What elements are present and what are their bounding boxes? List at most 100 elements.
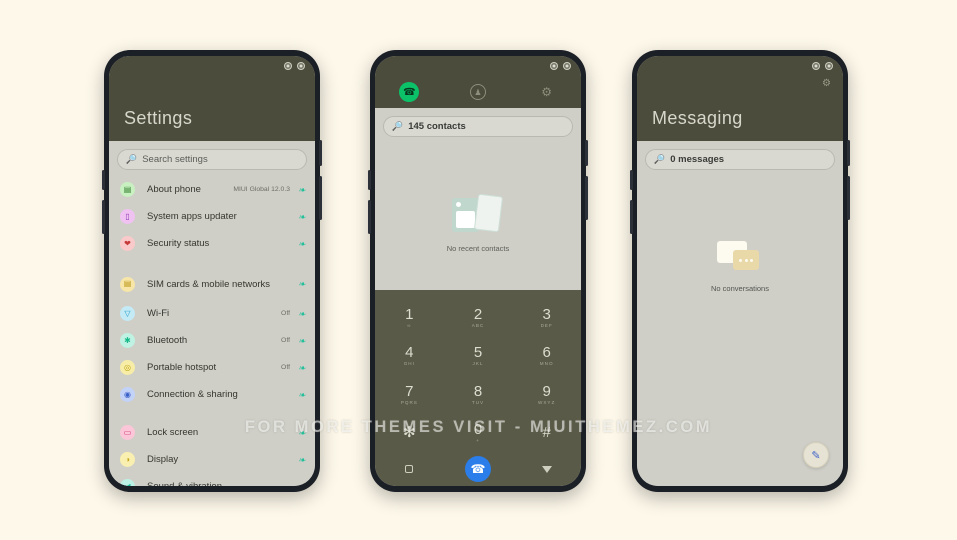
sound-vibration-icon: ◀ — [120, 479, 135, 486]
security-status-icon: ❤ — [120, 236, 135, 251]
dialpad-key-3[interactable]: 3 DEF — [512, 298, 581, 337]
key-number: 5 — [473, 344, 483, 362]
sidebar-item-bluetooth[interactable]: ✱ Bluetooth Off ❧ — [109, 327, 315, 354]
dialpad-key-6[interactable]: 6 MNO — [512, 337, 581, 376]
list-item-value: MIUI Global 12.0.3 — [233, 186, 290, 193]
key-number: 0 — [473, 421, 483, 439]
sidebar-item-wifi[interactable]: ▽ Wi-Fi Off ❧ — [109, 300, 315, 327]
phone1-volume-button[interactable] — [319, 176, 322, 220]
search-icon: 🔍 — [126, 154, 138, 164]
sidebar-item-portable-hotspot[interactable]: ◎ Portable hotspot Off ❧ — [109, 354, 315, 381]
messages-search-input[interactable]: 🔍 0 messages — [645, 149, 835, 170]
list-item-label: Portable hotspot — [147, 362, 217, 373]
contacts-search-input[interactable]: 🔍 145 contacts — [383, 116, 573, 137]
phone1-side-button-b[interactable] — [102, 200, 105, 234]
messaging-empty-state: No conversations — [637, 241, 843, 293]
message-bubbles-illustration — [717, 241, 763, 275]
compose-pencil-icon: ✎ — [811, 449, 821, 462]
gear-icon[interactable]: ⚙ — [822, 78, 831, 89]
dialer-header: ☎ ♟ ⚙ — [375, 56, 581, 108]
dialpad-key-9[interactable]: 9 WXYZ — [512, 375, 581, 414]
leaf-icon: ❧ — [298, 482, 306, 486]
person-icon: ♟ — [470, 84, 486, 100]
recents-button[interactable] — [375, 465, 444, 473]
sidebar-item-display[interactable]: ◑ Display ❧ — [109, 446, 315, 473]
leaf-icon: ❧ — [298, 184, 306, 195]
phone-icon: ☎ — [399, 82, 420, 102]
wifi-icon: ▽ — [120, 306, 135, 321]
key-number: 1 — [405, 305, 414, 323]
sidebar-item-security-status[interactable]: ❤ Security status ❧ — [109, 230, 315, 257]
tab-settings[interactable]: ⚙ — [512, 86, 581, 98]
settings-phone-frame: Settings 🔍 Search settings ▤ About phone… — [102, 50, 322, 492]
sidebar-item-sim-cards[interactable]: ▤ SIM cards & mobile networks ❧ — [109, 268, 315, 300]
leaf-icon: ❧ — [298, 389, 306, 400]
screenshot-stage: Settings 🔍 Search settings ▤ About phone… — [0, 0, 957, 540]
leaf-icon: ❧ — [298, 279, 306, 289]
phone2-side-button-a[interactable] — [368, 170, 371, 190]
message-bubble-front-icon — [733, 250, 759, 270]
tab-contacts[interactable]: ♟ — [444, 84, 513, 100]
dialpad-key-0[interactable]: 0 + — [444, 414, 513, 453]
search-icon: 🔍 — [654, 154, 666, 164]
dialpad-key-7[interactable]: 7 PQRS — [375, 375, 444, 414]
dialer-navigation-bar: ☎ — [375, 452, 581, 486]
list-item-label: SIM cards & mobile networks — [147, 278, 271, 290]
phone3-volume-button[interactable] — [847, 176, 850, 220]
key-number: 6 — [542, 344, 551, 362]
recents-square-icon — [405, 465, 414, 473]
dialpad-key-hash[interactable]: # — [512, 414, 581, 453]
tab-calls[interactable]: ☎ — [375, 82, 444, 102]
compose-message-button[interactable]: ✎ — [803, 442, 829, 468]
phone2-volume-button[interactable] — [585, 176, 588, 220]
phone3-side-button-a[interactable] — [630, 170, 633, 190]
key-letters: MNO — [539, 361, 554, 367]
leaf-icon: ❧ — [298, 427, 306, 438]
phone2-side-button-b[interactable] — [368, 200, 371, 234]
sidebar-item-lock-screen[interactable]: ▭ Lock screen ❧ — [109, 419, 315, 446]
dialpad-key-8[interactable]: 8 TUV — [444, 375, 513, 414]
dialpad-key-2[interactable]: 2 ABC — [444, 298, 513, 337]
list-group-divider — [109, 257, 315, 268]
dialer-tabs: ☎ ♟ ⚙ — [375, 82, 581, 102]
key-number: 3 — [542, 305, 551, 323]
empty-state-label: No conversations — [711, 284, 769, 293]
dialer-status-bar — [550, 62, 571, 70]
key-number: 9 — [542, 382, 551, 400]
phone3-power-button[interactable] — [847, 140, 850, 166]
key-letters: + — [476, 438, 480, 444]
dialer-empty-state: No recent contacts — [375, 193, 581, 253]
sidebar-item-connection-sharing[interactable]: ◉ Connection & sharing ❧ — [109, 381, 315, 408]
back-button[interactable] — [512, 465, 581, 473]
call-button-icon: ☎ — [465, 456, 491, 482]
contact-card-back-icon — [473, 193, 504, 233]
gear-icon: ⚙ — [541, 85, 553, 99]
connection-sharing-icon: ◉ — [120, 387, 135, 402]
key-letters: WXYZ — [538, 399, 556, 405]
key-number: 7 — [405, 382, 414, 400]
phone2-power-button[interactable] — [585, 140, 588, 166]
bluetooth-icon: ✱ — [120, 333, 135, 348]
leaf-icon: ❧ — [298, 238, 306, 249]
messaging-screen: ⚙ Messaging 🔍 0 messages No conversation… — [637, 56, 843, 486]
key-number: ✻ — [403, 423, 416, 441]
settings-list: ▤ About phone MIUI Global 12.0.3 ❧ ▯ Sys… — [109, 174, 315, 486]
dialpad-key-4[interactable]: 4 GHI — [375, 337, 444, 376]
phone1-side-button-a[interactable] — [102, 170, 105, 190]
settings-body: 🔍 Search settings ▤ About phone MIUI Glo… — [109, 141, 315, 486]
dialpad-key-star[interactable]: ✻ — [375, 414, 444, 453]
list-item-label: Connection & sharing — [147, 389, 238, 400]
dialpad-key-1[interactable]: 1 ∞ — [375, 298, 444, 337]
about-phone-icon: ▤ — [120, 182, 135, 197]
sidebar-item-sound-vibration[interactable]: ◀ Sound & vibration ❧ — [109, 473, 315, 486]
phone3-side-button-b[interactable] — [630, 200, 633, 234]
sidebar-item-system-apps-updater[interactable]: ▯ System apps updater ❧ — [109, 203, 315, 230]
page-title: Messaging — [652, 108, 743, 128]
list-item-label: Bluetooth — [147, 335, 188, 346]
sidebar-item-about-phone[interactable]: ▤ About phone MIUI Global 12.0.3 ❧ — [109, 176, 315, 203]
dialpad-key-5[interactable]: 5 JKL — [444, 337, 513, 376]
key-number: 2 — [473, 305, 483, 323]
call-button[interactable]: ☎ — [444, 456, 513, 482]
search-input[interactable]: 🔍 Search settings — [117, 149, 307, 170]
phone1-power-button[interactable] — [319, 140, 322, 166]
